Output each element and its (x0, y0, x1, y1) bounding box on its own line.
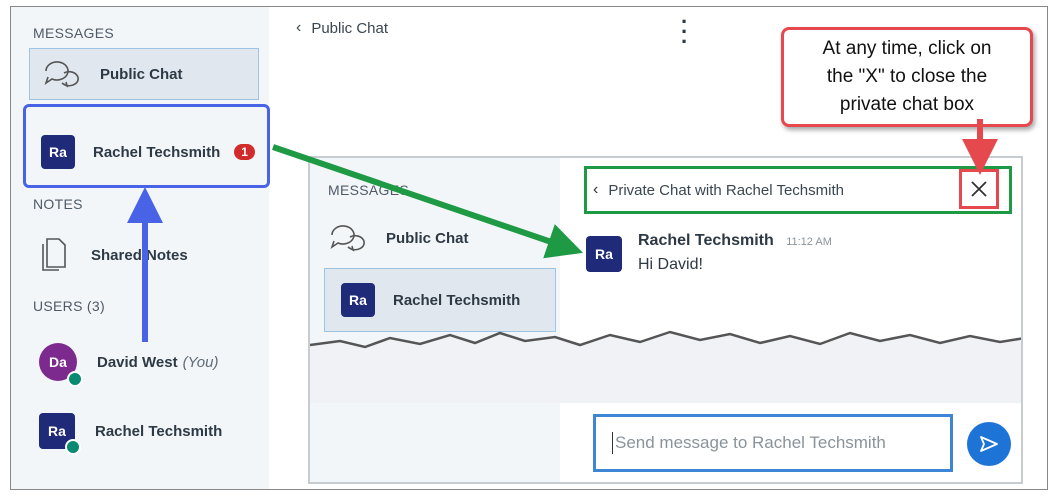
annotation-arrows (127, 119, 998, 342)
green-arrow (272, 144, 584, 259)
screenshot-frame: MESSAGES Public Chat Ra Rachel Techsmith… (10, 6, 1048, 490)
